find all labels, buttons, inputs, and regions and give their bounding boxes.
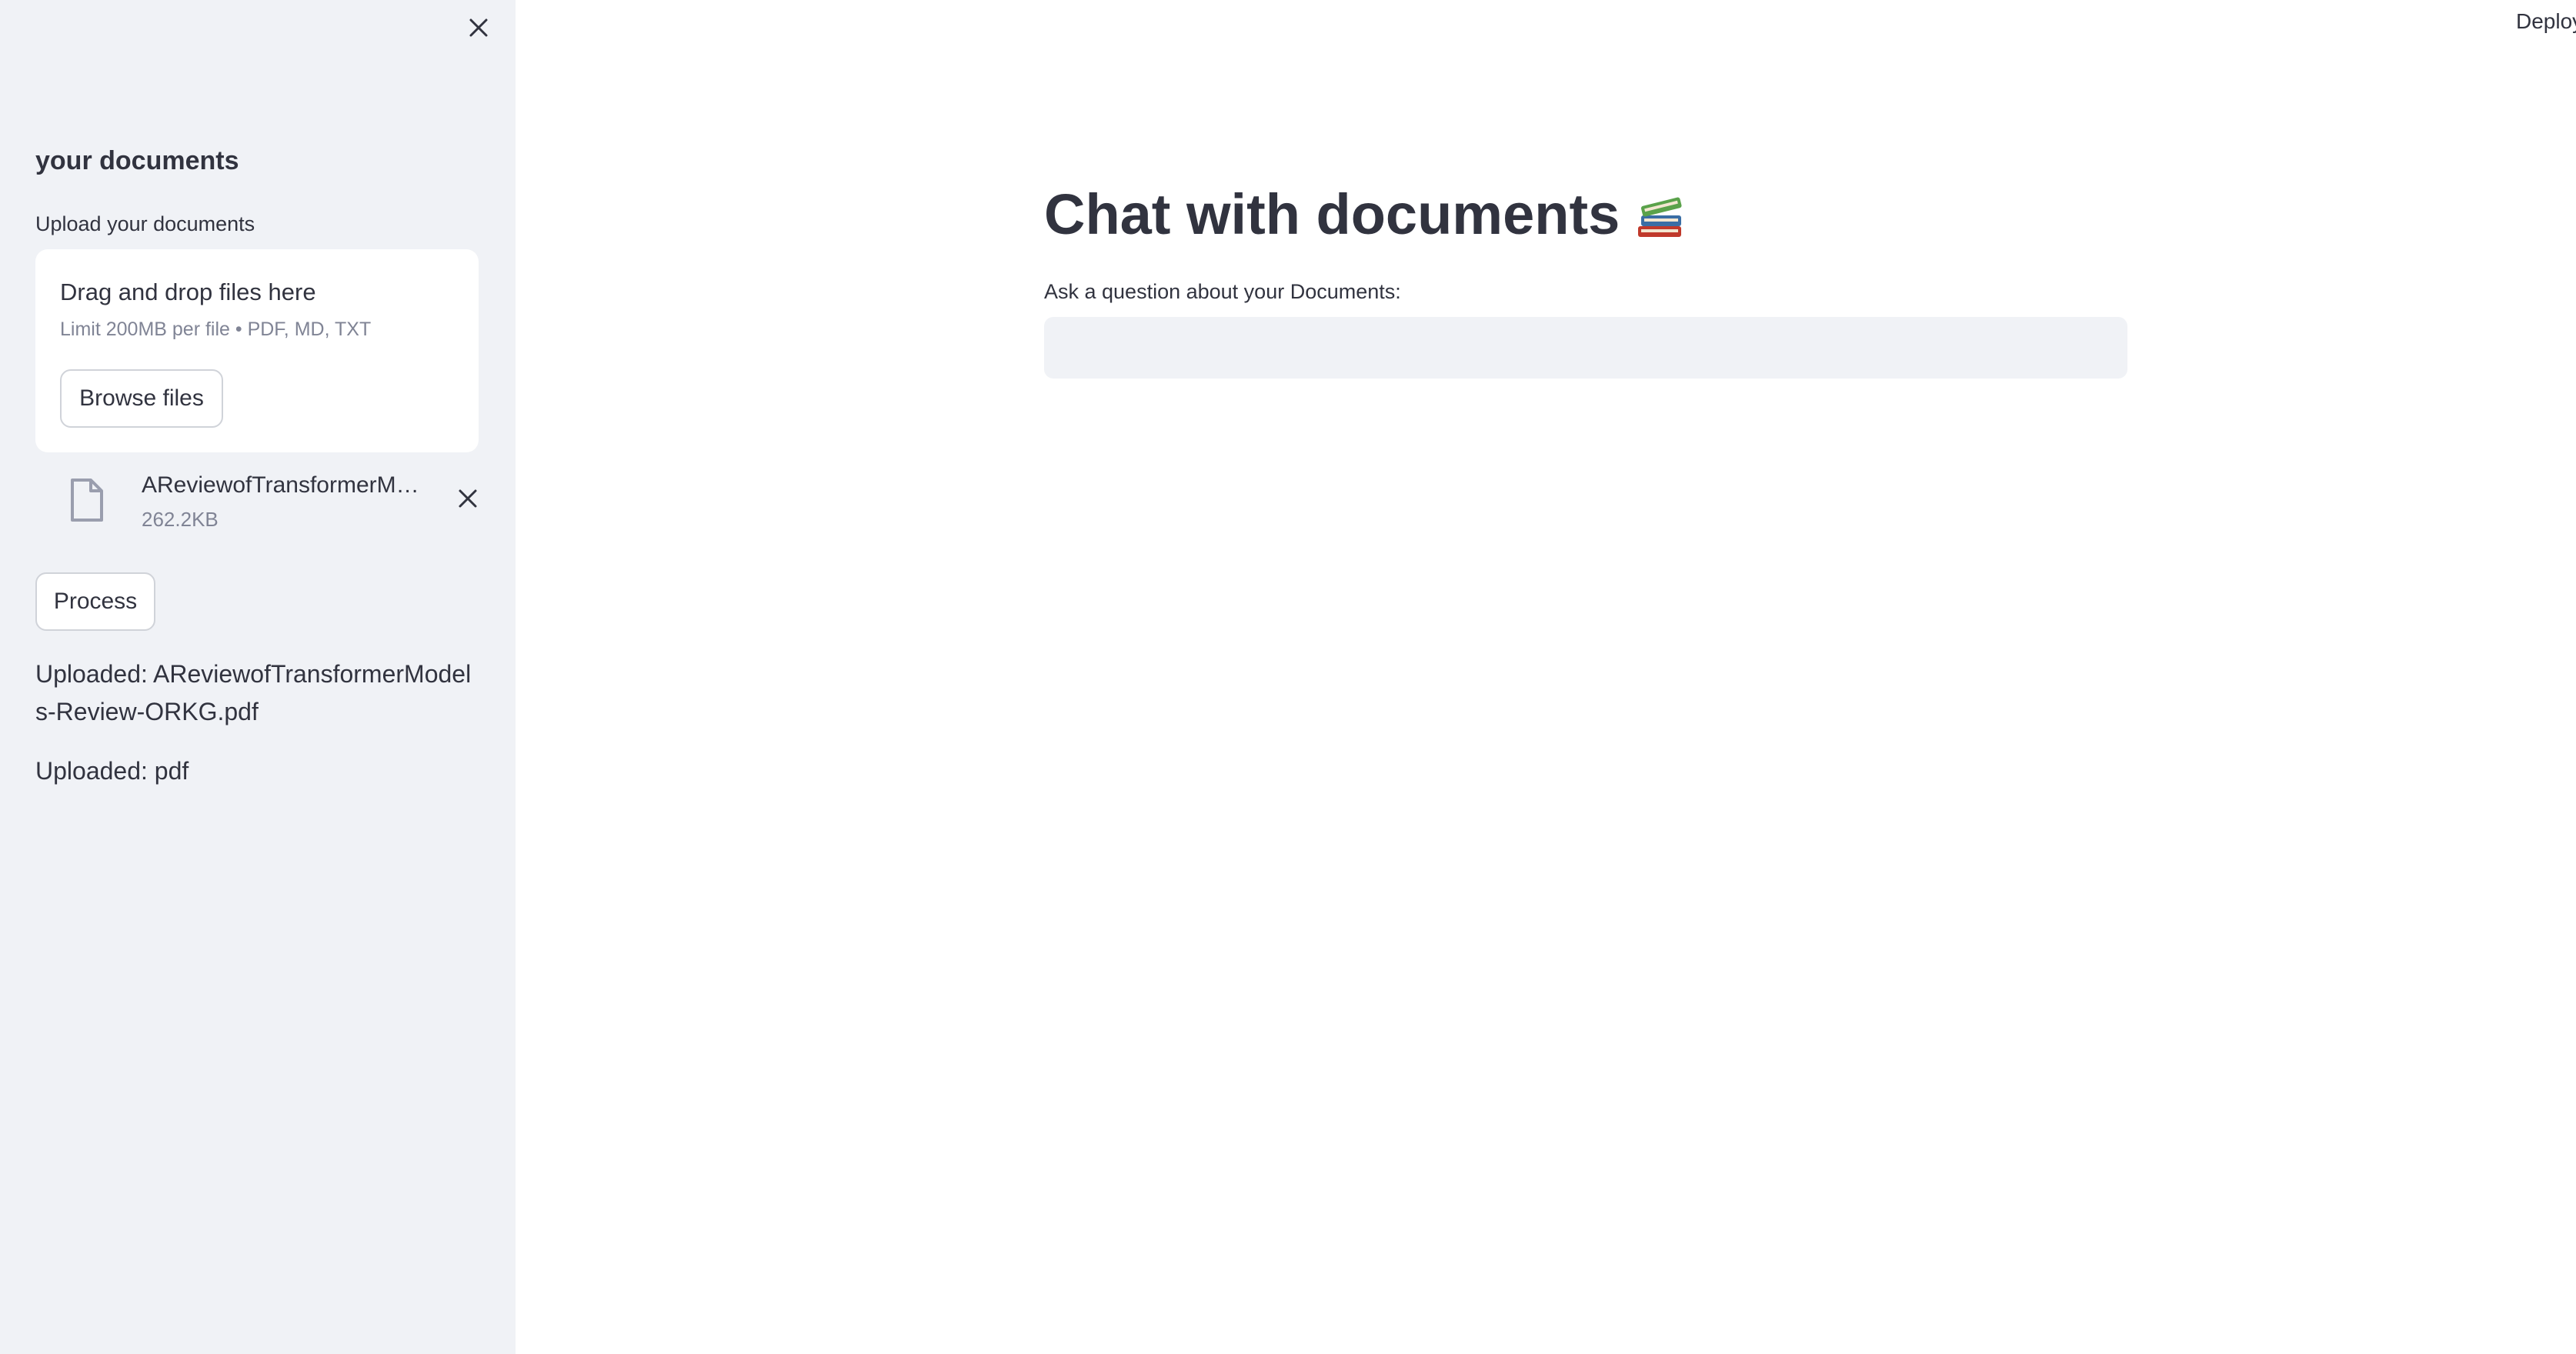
question-label: Ask a question about your Documents: xyxy=(1044,280,1401,303)
close-sidebar-button[interactable] xyxy=(462,11,496,45)
browse-files-button[interactable]: Browse files xyxy=(60,369,223,428)
page-title-text: Chat with documents xyxy=(1044,182,1620,246)
file-size: 262.2KB xyxy=(142,508,219,531)
file-icon xyxy=(71,479,103,522)
page-title: Chat with documents xyxy=(1044,182,1687,247)
uploaded-message: Uploaded: pdf xyxy=(35,757,189,785)
sidebar-heading: your documents xyxy=(35,146,239,175)
upload-label: Upload your documents xyxy=(35,212,255,235)
question-input[interactable] xyxy=(1044,317,2127,379)
sidebar: your documents Upload your documents Dra… xyxy=(0,0,516,1354)
file-dropzone[interactable]: Drag and drop files here Limit 200MB per… xyxy=(35,249,479,452)
file-name: AReviewofTransformerM… xyxy=(142,472,419,498)
dropzone-title: Drag and drop files here xyxy=(60,278,316,305)
close-icon xyxy=(469,18,488,37)
process-button[interactable]: Process xyxy=(35,572,155,631)
close-icon xyxy=(459,489,477,508)
uploaded-message: Uploaded: AReviewofTransformerModels-Rev… xyxy=(35,660,472,725)
books-icon xyxy=(1638,197,1682,237)
uploaded-file-item: AReviewofTransformerM… 262.2KB xyxy=(35,468,479,537)
deploy-button[interactable]: Deploy xyxy=(2516,9,2576,34)
remove-file-button[interactable] xyxy=(451,482,485,515)
dropzone-limit-text: Limit 200MB per file • PDF, MD, TXT xyxy=(60,318,372,340)
